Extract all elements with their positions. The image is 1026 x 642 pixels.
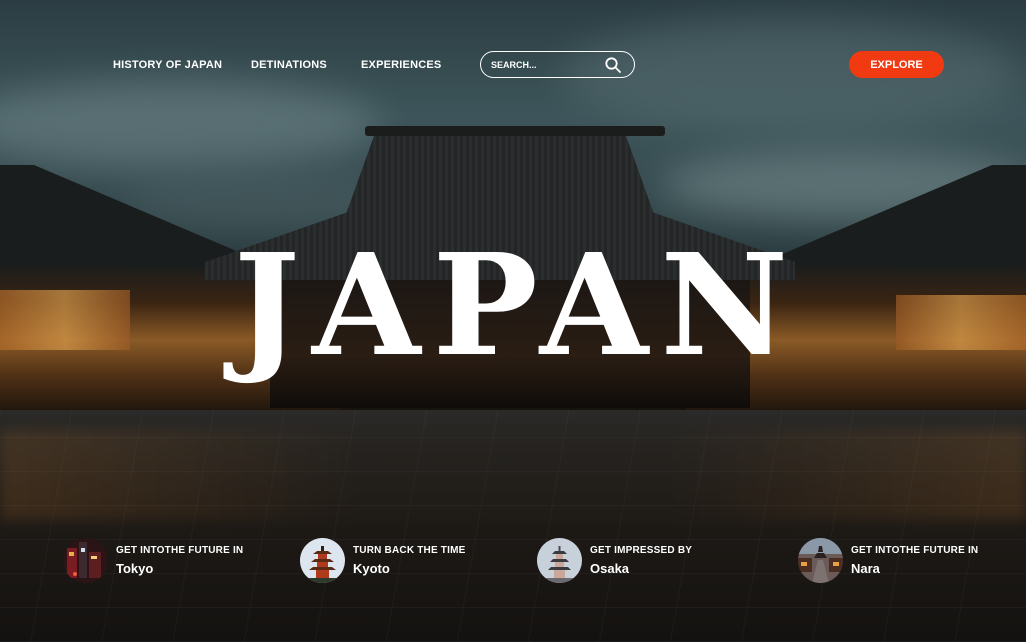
destination-tagline: GET IMPRESSED BY xyxy=(590,545,693,556)
background-cloud xyxy=(0,80,380,170)
destination-text: GET IMPRESSED BY Osaka xyxy=(590,545,692,576)
search-icon[interactable] xyxy=(604,56,622,74)
nara-thumbnail xyxy=(798,538,843,583)
explore-button[interactable]: EXPLORE xyxy=(849,51,944,78)
hero-title: JAPAN xyxy=(233,224,801,388)
destination-nara[interactable]: GET INTOTHE FUTURE IN Nara xyxy=(798,538,978,583)
destination-tokyo[interactable]: GET INTOTHE FUTURE IN Tokyo xyxy=(63,538,243,583)
destination-tagline: GET INTOTHE FUTURE IN xyxy=(851,545,979,556)
osaka-thumbnail xyxy=(537,538,582,583)
destination-text: GET INTOTHE FUTURE IN Nara xyxy=(851,545,978,576)
tokyo-thumbnail xyxy=(63,538,108,583)
destination-text: TURN BACK THE TIME Kyoto xyxy=(353,545,465,576)
destination-text: GET INTOTHE FUTURE IN Tokyo xyxy=(116,545,243,576)
destination-tagline: TURN BACK THE TIME xyxy=(353,545,466,556)
kyoto-thumbnail xyxy=(300,538,345,583)
destination-city: Osaka xyxy=(590,561,630,576)
search-input[interactable] xyxy=(491,59,601,70)
destination-kyoto[interactable]: TURN BACK THE TIME Kyoto xyxy=(300,538,465,583)
nav-experiences-link[interactable]: EXPERIENCES xyxy=(361,59,441,71)
destination-osaka[interactable]: GET IMPRESSED BY Osaka xyxy=(537,538,692,583)
hero-section: HISTORY OF JAPAN DETINATIONS EXPERIENCES… xyxy=(0,0,1026,642)
destination-tagline: GET INTOTHE FUTURE IN xyxy=(116,545,244,556)
temple-roof-ridge xyxy=(365,126,665,136)
destination-city: Nara xyxy=(851,561,880,576)
destination-city: Kyoto xyxy=(353,561,390,576)
destination-city: Tokyo xyxy=(116,561,154,576)
search-box[interactable] xyxy=(480,51,635,78)
nav-history-link[interactable]: HISTORY OF JAPAN xyxy=(113,59,222,71)
nav-destinations-link[interactable]: DETINATIONS xyxy=(251,59,327,71)
ground-reflection xyxy=(0,430,1026,520)
